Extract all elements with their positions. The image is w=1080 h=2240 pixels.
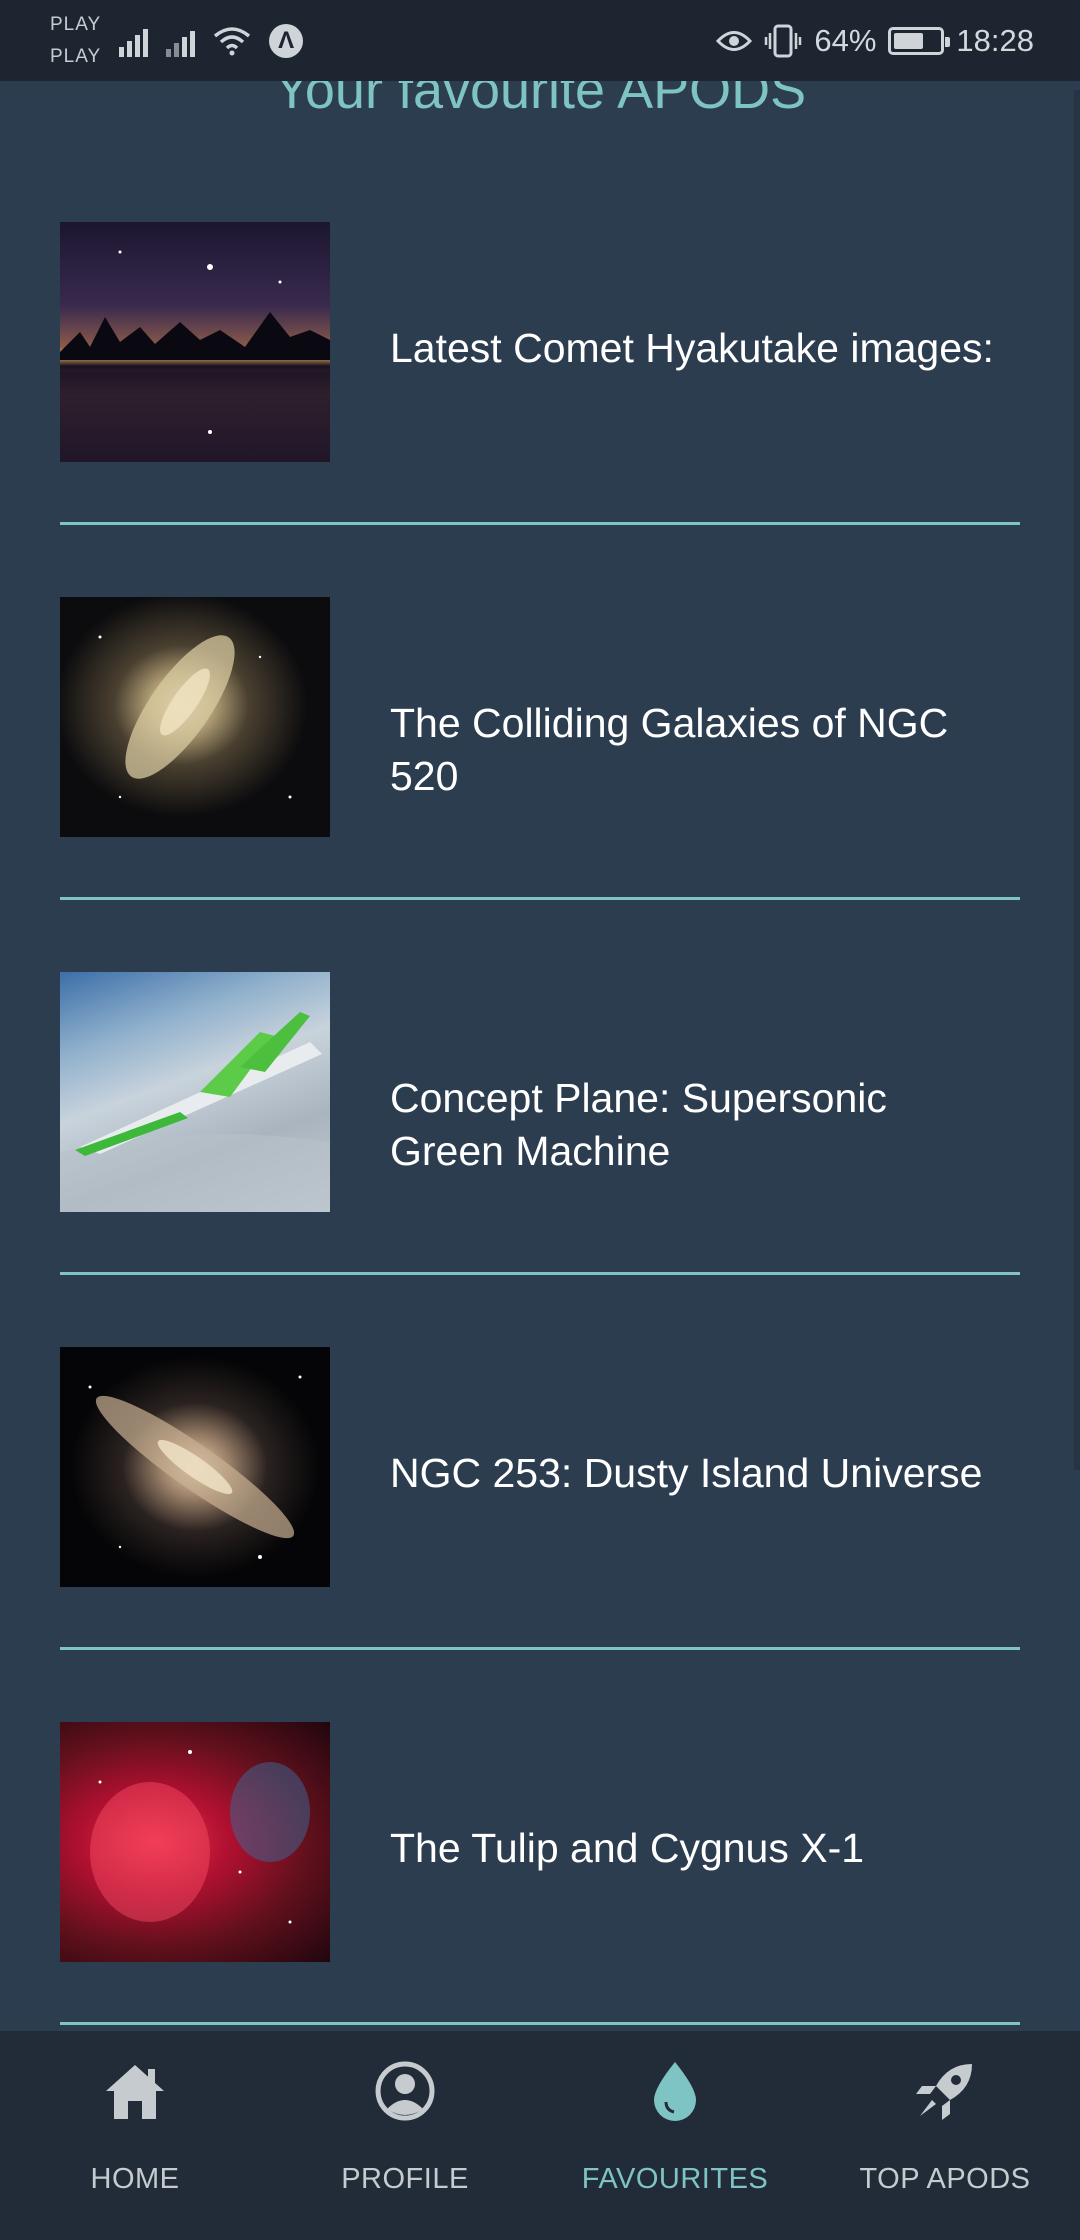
carrier-labels: PLAY PLAY: [50, 9, 101, 73]
battery-icon: [888, 26, 951, 55]
bottom-nav: HOME PROFILE FAVOURITES TOP APODS: [0, 2031, 1080, 2240]
scrollbar[interactable]: [1074, 90, 1080, 1470]
thumbnail-galaxies[interactable]: [60, 597, 330, 837]
status-left: PLAY PLAY Λ: [50, 9, 304, 73]
wifi-icon: [213, 26, 251, 56]
battery-fill: [894, 32, 923, 49]
nav-favourites-label: FAVOURITES: [581, 2163, 769, 2195]
rocket-icon: [913, 2059, 977, 2123]
a-badge-icon: Λ: [269, 23, 304, 58]
list-item[interactable]: NGC 253: Dusty Island Universe: [60, 1347, 1020, 1722]
vibrate-icon: [765, 24, 802, 57]
thumbnail-comet[interactable]: [60, 222, 330, 462]
clock: 18:28: [956, 22, 1034, 58]
favourites-list: Latest Comet Hyakutake images: The Colli…: [60, 222, 1020, 2097]
eye-icon: [716, 30, 753, 51]
nav-home-label: HOME: [90, 2163, 180, 2195]
apod-title[interactable]: The Colliding Galaxies of NGC 520: [390, 697, 1010, 803]
nav-profile-label: PROFILE: [341, 2163, 469, 2195]
list-item[interactable]: Concept Plane: Supersonic Green Machine: [60, 972, 1020, 1347]
carrier-2: PLAY: [50, 45, 102, 67]
divider: [60, 522, 1020, 525]
profile-icon: [373, 2059, 437, 2123]
thumbnail-ngc253[interactable]: [60, 1347, 330, 1587]
apod-title[interactable]: Concept Plane: Supersonic Green Machine: [390, 1072, 1010, 1178]
apod-title[interactable]: The Tulip and Cygnus X-1: [390, 1822, 1010, 1875]
home-icon: [103, 2059, 167, 2123]
status-right: 64% 18:28: [716, 23, 1034, 59]
list-item[interactable]: Latest Comet Hyakutake images:: [60, 222, 1020, 597]
signal-icon: [166, 25, 196, 57]
nav-top-apods-label: TOP APODS: [859, 2163, 1031, 2195]
apod-title[interactable]: Latest Comet Hyakutake images:: [390, 322, 1010, 375]
nav-top-apods[interactable]: TOP APODS: [810, 2031, 1080, 2196]
thumbnail-tulip[interactable]: [60, 1722, 330, 1962]
divider: [60, 1647, 1020, 1650]
nav-profile[interactable]: PROFILE: [270, 2031, 540, 2196]
divider: [60, 897, 1020, 900]
apod-title[interactable]: NGC 253: Dusty Island Universe: [390, 1447, 1010, 1500]
signal-icon: [119, 25, 149, 57]
carrier-1: PLAY: [50, 13, 102, 35]
nav-favourites[interactable]: FAVOURITES: [540, 2031, 810, 2196]
divider: [60, 1272, 1020, 1275]
battery-percent: 64%: [814, 22, 877, 58]
thumbnail-plane[interactable]: [60, 972, 330, 1212]
nav-home[interactable]: HOME: [0, 2031, 270, 2196]
list-item[interactable]: The Colliding Galaxies of NGC 520: [60, 597, 1020, 972]
divider: [60, 2022, 1020, 2025]
drop-icon: [643, 2059, 707, 2123]
status-bar: PLAY PLAY Λ 64% 18:28: [0, 0, 1080, 81]
